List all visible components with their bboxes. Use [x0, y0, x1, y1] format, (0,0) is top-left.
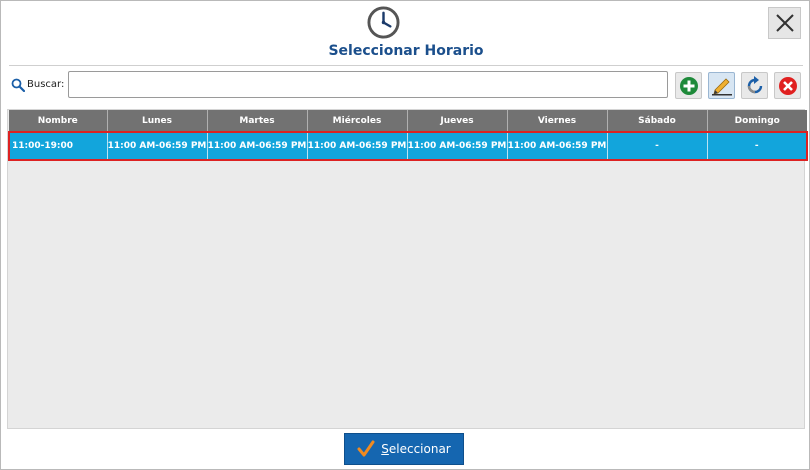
- column-header-domingo[interactable]: Domingo: [707, 110, 807, 132]
- edit-button[interactable]: [708, 72, 735, 99]
- cell-viernes[interactable]: 11:00 AM-06:59 PM: [507, 131, 608, 161]
- select-button[interactable]: Seleccionar: [344, 433, 464, 465]
- checkmark-icon: [357, 440, 375, 457]
- cell-sabado[interactable]: -: [607, 131, 708, 161]
- column-header-martes[interactable]: Martes: [207, 110, 308, 132]
- cell-lunes[interactable]: 11:00 AM-06:59 PM: [107, 131, 208, 161]
- dialog-title: Seleccionar Horario: [328, 43, 484, 59]
- add-button[interactable]: [675, 72, 702, 99]
- close-button[interactable]: [768, 7, 801, 39]
- schedule-table: Nombre Lunes Martes Miércoles Jueves Vie…: [8, 110, 808, 161]
- column-header-jueves[interactable]: Jueves: [407, 110, 508, 132]
- table-row[interactable]: 11:00-19:00 11:00 AM-06:59 PM 11:00 AM-0…: [8, 131, 808, 161]
- column-header-miercoles[interactable]: Miércoles: [307, 110, 408, 132]
- schedule-grid: Nombre Lunes Martes Miércoles Jueves Vie…: [7, 109, 808, 429]
- close-icon: [775, 14, 794, 32]
- cell-miercoles[interactable]: 11:00 AM-06:59 PM: [307, 131, 408, 161]
- column-header-sabado[interactable]: Sábado: [607, 110, 708, 132]
- schedule-dialog: Seleccionar Horario Buscar: Nombre Lunes…: [0, 0, 810, 470]
- clock-icon: [367, 6, 400, 39]
- refresh-button[interactable]: [741, 72, 768, 99]
- cell-domingo[interactable]: -: [707, 131, 808, 161]
- delete-icon: [778, 76, 797, 95]
- search-label: Buscar:: [27, 79, 65, 90]
- add-icon: [679, 76, 698, 95]
- table-header-row: Nombre Lunes Martes Miércoles Jueves Vie…: [9, 110, 807, 132]
- title-divider: [9, 65, 803, 66]
- column-header-viernes[interactable]: Viernes: [507, 110, 608, 132]
- select-button-label: Seleccionar: [381, 442, 451, 456]
- cell-nombre[interactable]: 11:00-19:00: [8, 131, 108, 161]
- pencil-icon: [711, 77, 732, 95]
- search-icon: [11, 78, 25, 92]
- cell-martes[interactable]: 11:00 AM-06:59 PM: [207, 131, 308, 161]
- refresh-icon: [747, 75, 762, 93]
- column-header-lunes[interactable]: Lunes: [107, 110, 208, 132]
- cell-jueves[interactable]: 11:00 AM-06:59 PM: [407, 131, 508, 161]
- delete-button[interactable]: [774, 72, 801, 99]
- column-header-nombre[interactable]: Nombre: [9, 110, 108, 132]
- search-input[interactable]: [68, 71, 668, 98]
